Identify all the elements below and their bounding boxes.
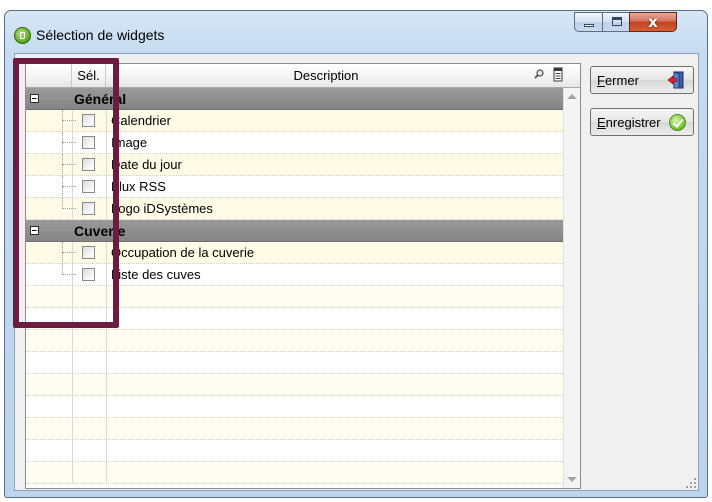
maximize-icon [612,17,622,26]
empty-row [26,352,563,374]
scroll-up-icon[interactable] [567,94,577,99]
widget-label: Occupation de la cuverie [111,245,255,260]
vertical-scrollbar[interactable] [563,88,580,488]
title-bar[interactable]: Sélection de widgets x [5,11,707,53]
window-title: Sélection de widgets [36,27,165,43]
empty-row [26,374,563,396]
maximize-button[interactable] [602,12,630,32]
close-icon: x [648,13,658,31]
widget-label: Logo iDSystèmes [111,201,213,216]
checkmark-icon [669,114,686,131]
close-window-button[interactable]: x [629,12,677,32]
close-button-label: Fermer [597,73,639,88]
widget-label: Liste des cuves [111,267,201,282]
minimize-button[interactable] [574,12,603,32]
column-chooser-icon[interactable] [553,67,563,82]
widget-label: Date du jour [111,157,182,172]
exit-door-icon [667,71,684,89]
empty-row [26,440,563,462]
empty-row [26,462,563,484]
search-icon[interactable] [534,69,544,79]
save-button-label: Enregistrer [597,115,661,130]
app-icon [14,27,31,44]
empty-row [26,396,563,418]
minimize-icon [584,24,594,27]
empty-row [26,330,563,352]
resize-grip[interactable] [686,478,696,488]
widget-label: Flux RSS [111,179,166,194]
save-button[interactable]: Enregistrer [590,108,694,136]
widget-label: Calendrier [111,113,171,128]
close-button[interactable]: Fermer [590,66,694,94]
empty-row [26,418,563,440]
header-description[interactable]: Description [106,64,546,87]
scroll-down-icon[interactable] [567,477,577,482]
selection-column-highlight [13,58,119,328]
